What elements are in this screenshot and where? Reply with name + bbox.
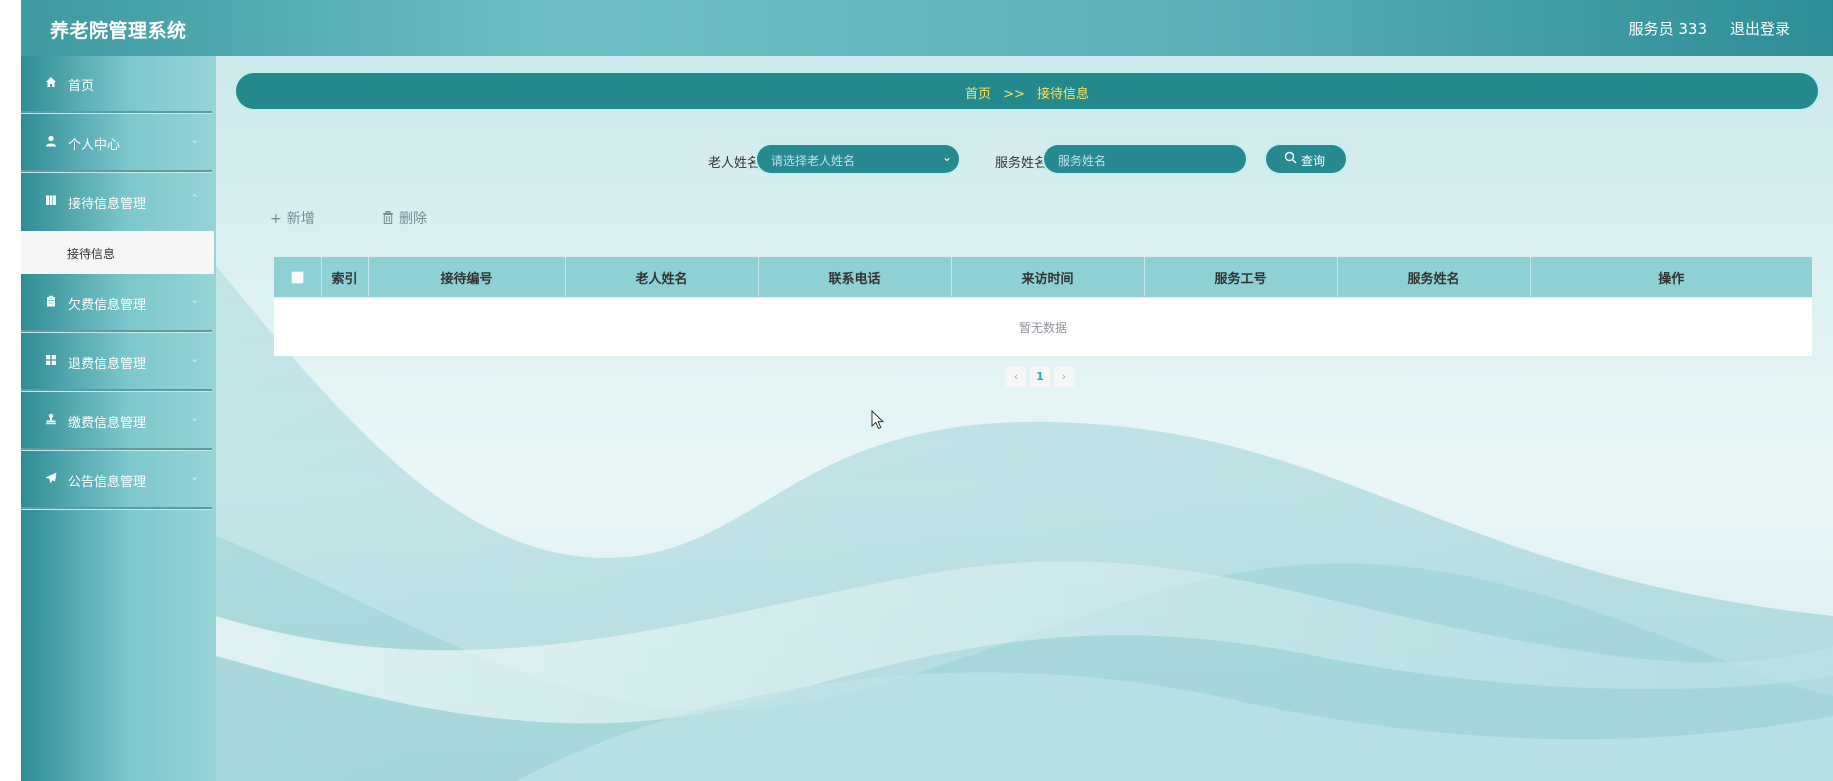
select-all-checkbox[interactable] <box>290 270 304 284</box>
sidebar-subitem-reception-info[interactable]: 接待信息 <box>21 231 214 274</box>
sidebar-item-label: 个人中心 <box>68 138 121 153</box>
home-icon <box>46 77 56 87</box>
delete-button-label: 删除 <box>399 211 427 227</box>
table-empty-row: 暂无数据 <box>274 297 1812 356</box>
sidebar-item-refund-management[interactable]: 退费信息管理 ⌄ <box>21 334 212 391</box>
chevron-down-icon: ⌄ <box>190 352 200 365</box>
sidebar-divider <box>21 111 212 113</box>
sidebar-item-label: 退费信息管理 <box>68 357 147 372</box>
elder-name-placeholder: 请选择老人姓名 <box>771 154 856 168</box>
search-button[interactable]: 查询 <box>1266 145 1346 173</box>
sidebar-item-notice-management[interactable]: 公告信息管理 ⌄ <box>21 452 212 509</box>
mouse-cursor-icon <box>871 410 885 430</box>
current-user: 服务员 333 <box>1628 20 1707 38</box>
chevron-down-icon: ⌄ <box>190 411 200 424</box>
service-name-placeholder: 服务姓名 <box>1058 154 1107 168</box>
sidebar-item-home[interactable]: 首页 <box>21 56 212 113</box>
elder-name-label: 老人姓名 <box>708 156 761 171</box>
app-frame: 养老院管理系统 服务员 333 退出登录 首页 个人中心 ⌄ 接待信息管理 ⌃ … <box>21 0 1833 781</box>
sidebar-divider <box>21 507 212 509</box>
breadcrumb-separator: >> <box>1003 87 1025 102</box>
sidebar-item-reception-management[interactable]: 接待信息管理 ⌃ <box>21 174 212 231</box>
select-all-column <box>274 257 322 298</box>
column-header[interactable]: 服务工号 <box>1144 257 1338 298</box>
sidebar-item-label: 公告信息管理 <box>68 475 147 490</box>
sidebar-divider <box>21 170 212 172</box>
reception-table: 索引 接待编号 老人姓名 联系电话 来访时间 服务工号 服务姓名 操作 暂无数据 <box>274 257 1812 356</box>
search-button-label: 查询 <box>1301 154 1326 168</box>
prev-page-button[interactable]: ‹ <box>1006 367 1026 387</box>
delete-button[interactable]: 删除 <box>382 208 427 228</box>
add-button-label: 新增 <box>286 211 315 227</box>
top-bar: 养老院管理系统 服务员 333 退出登录 <box>21 0 1833 56</box>
trash-icon <box>383 211 393 224</box>
sidebar-divider <box>21 330 212 332</box>
sidebar-item-label: 欠费信息管理 <box>68 298 147 313</box>
app-title: 养老院管理系统 <box>50 20 187 42</box>
clipboard-icon <box>47 295 55 307</box>
column-header[interactable]: 接待编号 <box>368 257 566 298</box>
column-header[interactable]: 老人姓名 <box>565 257 759 298</box>
sidebar-item-personal-center[interactable]: 个人中心 ⌄ <box>21 115 212 172</box>
sidebar-item-payment-management[interactable]: 缴费信息管理 ⌄ <box>21 393 212 450</box>
breadcrumb-current: 接待信息 <box>1037 87 1090 102</box>
sidebar: 首页 个人中心 ⌄ 接待信息管理 ⌃ 接待信息 欠费信息管理 ⌄ 退费信息管理 … <box>21 56 216 781</box>
sidebar-divider <box>21 448 212 450</box>
search-icon <box>1284 151 1297 164</box>
column-header: 操作 <box>1530 257 1812 298</box>
page-number-current[interactable]: 1 <box>1030 367 1050 387</box>
chevron-down-icon: ⌄ <box>190 293 200 306</box>
breadcrumb-home-link[interactable]: 首页 <box>965 87 991 102</box>
book-icon <box>46 195 56 205</box>
chevron-up-icon: ⌃ <box>190 192 200 205</box>
breadcrumb: 首页 >> 接待信息 <box>236 73 1818 109</box>
logout-link[interactable]: 退出登录 <box>1730 18 1790 39</box>
empty-state-text: 暂无数据 <box>274 297 1812 356</box>
next-page-button[interactable]: › <box>1054 367 1074 387</box>
user-icon <box>46 135 56 147</box>
elder-name-select[interactable]: 请选择老人姓名 ⌄ <box>757 145 959 173</box>
grid-icon <box>46 355 56 365</box>
sidebar-item-arrears-management[interactable]: 欠费信息管理 ⌄ <box>21 275 212 332</box>
column-header[interactable]: 服务姓名 <box>1337 257 1531 298</box>
sidebar-item-label: 接待信息管理 <box>68 197 147 212</box>
chevron-down-icon: ⌄ <box>941 150 952 164</box>
chevron-down-icon: ⌄ <box>190 133 200 146</box>
paper-plane-icon <box>45 472 57 484</box>
stamp-icon <box>46 413 56 425</box>
sidebar-divider <box>21 389 212 391</box>
plus-icon: + <box>270 211 282 227</box>
chevron-down-icon: ⌄ <box>190 470 200 483</box>
sidebar-subitem-label: 接待信息 <box>67 247 116 261</box>
column-header[interactable]: 来访时间 <box>951 257 1145 298</box>
service-name-label: 服务姓名 <box>995 156 1048 171</box>
sidebar-item-label: 缴费信息管理 <box>68 416 147 431</box>
column-header[interactable]: 索引 <box>321 257 369 298</box>
table-header-row: 索引 接待编号 老人姓名 联系电话 来访时间 服务工号 服务姓名 操作 <box>274 257 1812 298</box>
main-content: 首页 >> 接待信息 老人姓名 请选择老人姓名 ⌄ 服务姓名 服务姓名 查询 +… <box>216 56 1833 781</box>
service-name-input[interactable]: 服务姓名 <box>1044 145 1246 173</box>
column-header[interactable]: 联系电话 <box>758 257 952 298</box>
add-button[interactable]: + 新增 <box>270 208 315 228</box>
sidebar-item-label: 首页 <box>68 79 95 94</box>
